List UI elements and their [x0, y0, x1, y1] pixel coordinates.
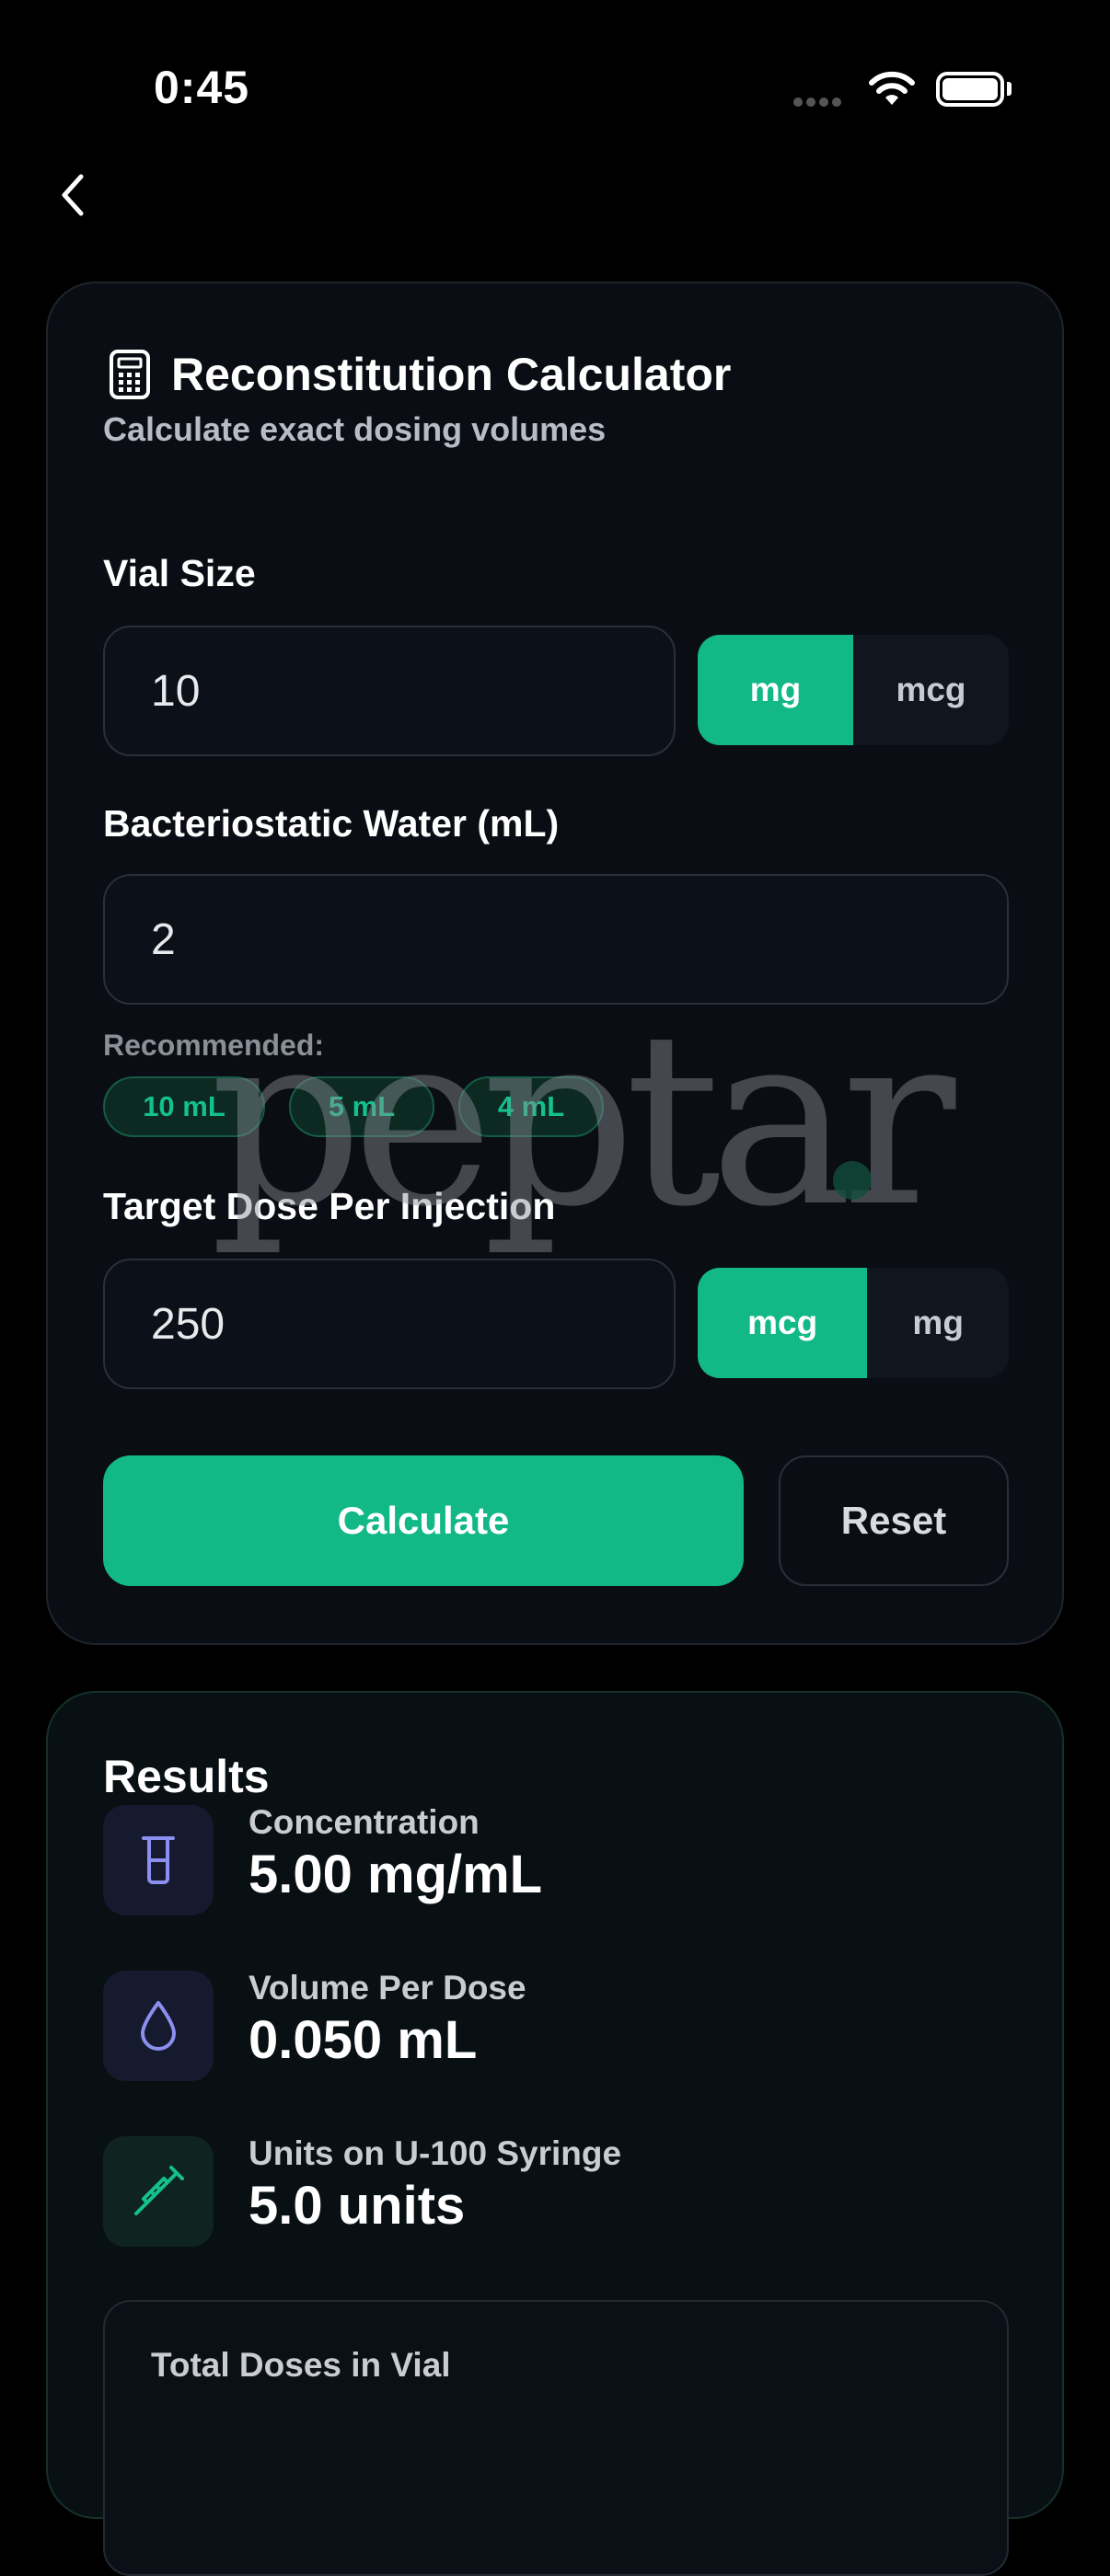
- calculator-subtitle: Calculate exact dosing volumes: [103, 410, 607, 448]
- syringe-icon: [103, 2136, 214, 2247]
- calculator-card: Reconstitution Calculator Calculate exac…: [46, 282, 1064, 1645]
- water-label: Bacteriostatic Water (mL): [103, 802, 560, 845]
- results-title: Results: [103, 1751, 270, 1802]
- total-doses-label: Total Doses in Vial: [151, 2346, 451, 2384]
- recommended-chip-5ml[interactable]: 5 mL: [289, 1076, 434, 1137]
- vial-size-label: Vial Size: [103, 552, 256, 594]
- syringe-units-metric: Units on U-100 Syringe 5.0 units: [103, 2134, 622, 2247]
- recommended-chip-4ml[interactable]: 4 mL: [458, 1076, 604, 1137]
- metric-label: Concentration: [249, 1803, 480, 1841]
- metric-value: 0.050 mL: [249, 2010, 478, 2070]
- calculator-header: Reconstitution Calculator: [109, 348, 731, 401]
- vial-unit-toggle: mg mcg: [698, 635, 1009, 745]
- volume-metric: Volume Per Dose 0.050 mL: [103, 1969, 526, 2081]
- beaker-icon: [103, 1805, 214, 1915]
- dose-unit-mg-option[interactable]: mg: [867, 1268, 1009, 1378]
- target-dose-input[interactable]: 250: [103, 1259, 676, 1389]
- results-card: Results Concentration 5.00 mg/mL Volume …: [46, 1691, 1064, 2576]
- calculator-icon: [110, 350, 150, 399]
- metric-label: Volume Per Dose: [249, 1969, 526, 2007]
- metric-label: Units on U-100 Syringe: [249, 2134, 622, 2172]
- brand-watermark-dot: [833, 1161, 872, 1200]
- target-dose-label: Target Dose Per Injection: [103, 1185, 556, 1227]
- dose-unit-toggle: mcg mg: [698, 1268, 1009, 1378]
- back-chevron-icon[interactable]: [55, 167, 92, 223]
- dose-unit-mcg-option[interactable]: mcg: [698, 1268, 868, 1378]
- vial-size-input[interactable]: 10: [103, 626, 676, 756]
- recommended-chip-10ml[interactable]: 10 mL: [103, 1076, 265, 1137]
- status-time: 0:45: [154, 62, 250, 113]
- battery-icon: [936, 72, 1004, 107]
- total-doses-box: Total Doses in Vial: [103, 2300, 1009, 2576]
- status-bar: 0:45: [0, 0, 1110, 175]
- calculator-title: Reconstitution Calculator: [171, 349, 732, 400]
- recommended-label: Recommended:: [103, 1029, 325, 1062]
- vial-unit-mg-option[interactable]: mg: [698, 635, 853, 745]
- vial-unit-mcg-option[interactable]: mcg: [853, 635, 1009, 745]
- wifi-icon: [869, 71, 915, 105]
- water-input[interactable]: 2: [103, 874, 1009, 1005]
- droplet-icon: [103, 1971, 214, 2081]
- calculate-button[interactable]: Calculate: [103, 1455, 744, 1586]
- metric-value: 5.00 mg/mL: [249, 1845, 543, 1904]
- metric-value: 5.0 units: [249, 2176, 466, 2236]
- concentration-metric: Concentration 5.00 mg/mL: [103, 1803, 543, 1915]
- cellular-signal-icon: [793, 95, 845, 111]
- reset-button[interactable]: Reset: [779, 1455, 1009, 1586]
